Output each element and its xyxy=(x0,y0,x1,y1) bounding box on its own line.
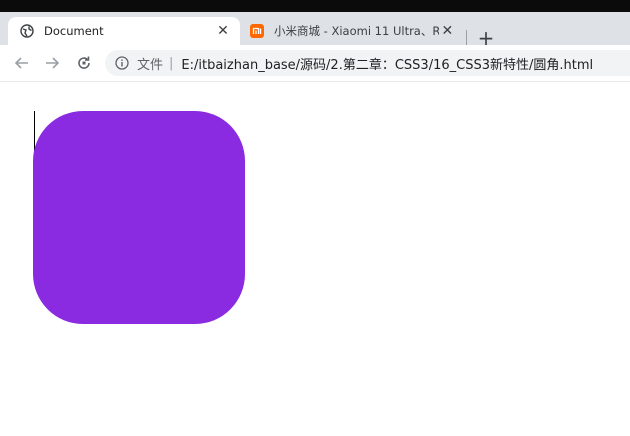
address-separator: | xyxy=(169,55,174,71)
rounded-corner-box xyxy=(33,111,245,324)
address-bar[interactable]: 文件 | E:/itbaizhan_base/源码/2.第二章：CSS3/16_… xyxy=(105,50,630,76)
tab-xiaomi[interactable]: 小米商城 - Xiaomi 11 Ultra、Re ✕ xyxy=(244,17,464,45)
tab-title: 小米商城 - Xiaomi 11 Ultra、Re xyxy=(274,24,439,38)
globe-icon xyxy=(20,24,34,38)
back-button[interactable] xyxy=(12,53,32,73)
forward-button[interactable] xyxy=(42,53,62,73)
close-tab-icon[interactable]: ✕ xyxy=(214,22,232,40)
arrow-right-icon xyxy=(46,57,60,69)
tab-separator xyxy=(466,30,467,46)
tab-strip: Document ✕ 小米商城 - Xiaomi 11 Ultra、Re ✕ + xyxy=(0,12,630,50)
close-tab-icon[interactable]: ✕ xyxy=(439,22,456,40)
tab-document[interactable]: Document ✕ xyxy=(8,17,240,45)
browser-toolbar: 文件 | E:/itbaizhan_base/源码/2.第二章：CSS3/16_… xyxy=(0,45,630,82)
tab-title: Document xyxy=(44,24,104,38)
info-icon[interactable] xyxy=(115,56,129,70)
url-text[interactable]: E:/itbaizhan_base/源码/2.第二章：CSS3/16_CSS3新… xyxy=(181,54,593,73)
reload-button[interactable] xyxy=(74,53,94,73)
window-top-bar xyxy=(0,0,630,12)
arrow-left-icon xyxy=(14,57,28,69)
reload-icon xyxy=(78,56,90,69)
file-scheme-label: 文件 xyxy=(137,57,164,73)
mi-logo-icon xyxy=(250,24,264,38)
